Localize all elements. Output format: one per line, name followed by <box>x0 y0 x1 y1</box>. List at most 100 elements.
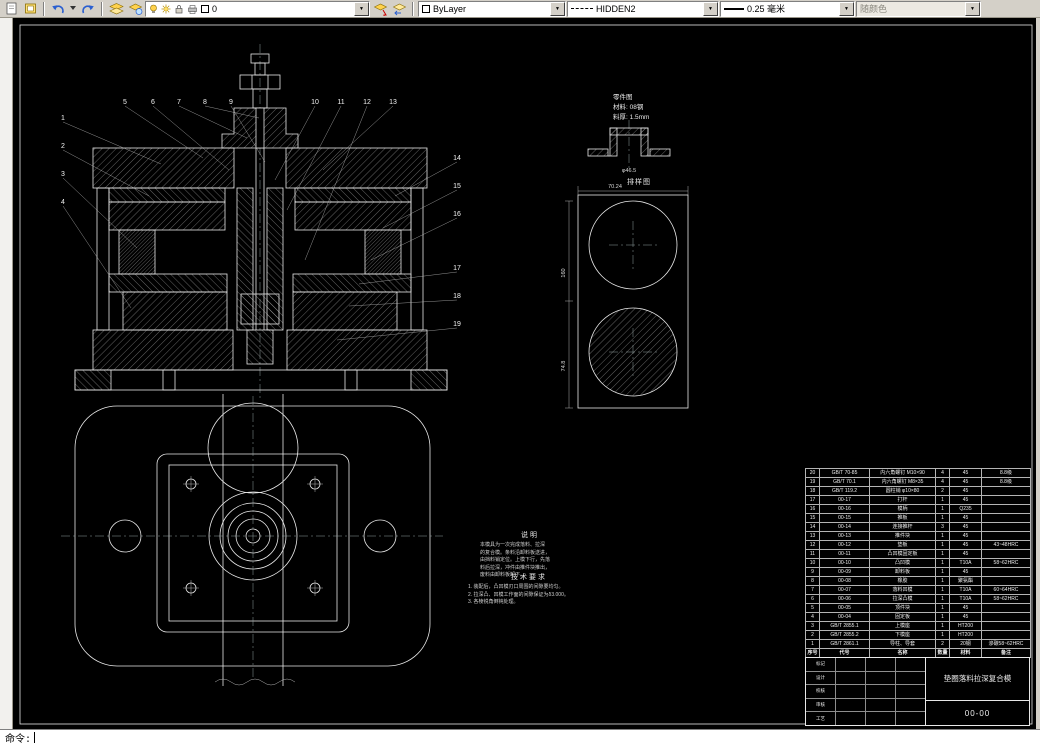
layer-previous-icon[interactable] <box>390 1 408 17</box>
lineweight-sample-icon <box>724 7 744 10</box>
toolbar-separator <box>101 1 103 16</box>
lineweight-value: 0.25 毫米 <box>747 4 786 14</box>
linetype-dropdown-arrow-icon[interactable]: ▼ <box>703 1 718 16</box>
parts-table-row: 1 GB/T 2861.1 导柱、导套 2 20钢 渗碳58~62HRC <box>805 639 1031 649</box>
title-block-right: 垫圈落料拉深复合模 00-00 <box>926 658 1029 725</box>
svg-text:2: 2 <box>61 143 65 150</box>
svg-text:1: 1 <box>61 115 65 122</box>
svg-text:11: 11 <box>337 99 344 106</box>
top-toolbar: 0 ▼ ByLayer ▼ HIDDEN2 ▼ 0.25 毫米 ▼ 随颜色 ▼ <box>0 0 1040 18</box>
make-object-layer-current-icon[interactable] <box>371 1 389 17</box>
palette-icon[interactable] <box>21 1 39 17</box>
toolbar-separator <box>412 1 414 16</box>
svg-text:12: 12 <box>363 99 371 106</box>
title-block-rows: 标记 设计 校核 审核 工艺 <box>806 658 926 725</box>
left-panel-strip <box>0 18 13 729</box>
parts-table-row: 4 00-04 固定板 1 45 <box>805 612 1031 622</box>
linetype-value: HIDDEN2 <box>596 3 636 14</box>
svg-text:8: 8 <box>203 99 207 106</box>
parts-table-row: 7 00-07 落料凹模 1 T10A 60~64HRC <box>805 585 1031 595</box>
color-dropdown-arrow-icon[interactable]: ▼ <box>550 1 565 16</box>
plan-view <box>61 394 443 686</box>
color-chip <box>422 4 430 13</box>
title-block-row: 校核 <box>806 685 925 699</box>
command-caret <box>34 732 36 743</box>
svg-text:160: 160 <box>561 268 567 277</box>
parts-table-row: 12 00-12 垫板 1 45 43~48HRC <box>805 540 1031 550</box>
part-material-label: 材料: 08钢 <box>613 103 644 111</box>
svg-text:19: 19 <box>453 321 461 328</box>
layer-properties-icon[interactable] <box>107 1 125 17</box>
lineweight-dropdown[interactable]: 0.25 毫米 ▼ <box>720 0 855 17</box>
parts-table-row: 11 00-11 凸凹模固定板 1 45 <box>805 549 1031 559</box>
svg-text:13: 13 <box>389 99 397 106</box>
plot-style-dropdown[interactable]: 随颜色 ▼ <box>856 0 981 17</box>
tech-requirements-block: 技术要求 1. 装配后，凸凹模刃口周围的间隙要均匀。 2. 拉深凸、凹模工作面的间… <box>468 572 590 607</box>
tech-requirements-lines: 1. 装配后，凸凹模刃口周围的间隙要均匀。 2. 拉深凸、凹模工作面的间隙保证为δ… <box>468 584 569 605</box>
parts-table-row: 19 GB/T 70.1 内六角螺钉 M8×35 4 45 8.8级 <box>805 477 1031 487</box>
plot-style-value: 随颜色 <box>860 4 888 14</box>
parts-table-body: 20 GB/T 70-85 内六角螺钉 M10×90 4 45 8.8级 19 GB/T 70… <box>805 468 1031 658</box>
title-block-row: 设计 <box>806 671 925 686</box>
drawing-title: 垫圈落料拉深复合模 <box>926 658 1029 701</box>
section-view <box>74 44 448 398</box>
plot-style-dropdown-arrow-icon[interactable]: ▼ <box>965 1 980 16</box>
parts-table-row: 5 00-05 顶件块 1 45 <box>805 603 1031 613</box>
title-block-row: 审核 <box>806 698 925 713</box>
title-block: 标记 设计 校核 审核 工艺 垫圈落料拉深复合模 00-00 <box>805 657 1030 726</box>
svg-text:9: 9 <box>229 99 233 106</box>
part-info-block: 零件图 材料: 08钢 料厚: 1.5mm <box>613 93 697 122</box>
color-value: ByLayer <box>433 3 467 14</box>
redo-icon-glyph <box>82 4 94 13</box>
undo-dropdown-glyph <box>69 6 76 10</box>
parts-table-row: 9 00-09 卸料板 1 45 <box>805 567 1031 577</box>
layer-states-icon[interactable] <box>126 1 144 17</box>
layer-on-icon <box>150 4 157 13</box>
parts-table-row: 15 00-15 推板 1 45 <box>805 513 1031 523</box>
redo-icon[interactable] <box>79 1 97 17</box>
linetype-dropdown[interactable]: HIDDEN2 ▼ <box>567 0 719 17</box>
layout-view-title: 排样图 <box>627 179 651 186</box>
make-layer-current-glyph <box>373 3 387 16</box>
svg-text:15: 15 <box>453 183 461 190</box>
svg-text:10: 10 <box>311 99 319 106</box>
title-block-row: 工艺 <box>806 712 925 725</box>
layer-states-glyph <box>128 3 142 15</box>
svg-text:4: 4 <box>61 199 65 206</box>
svg-text:6: 6 <box>151 99 155 106</box>
layer-freeze-icon <box>161 4 171 13</box>
sheet-icon[interactable] <box>2 1 20 17</box>
color-dropdown[interactable]: ByLayer ▼ <box>418 0 566 17</box>
parts-table-row: 20 GB/T 70-85 内六角螺钉 M10×90 4 45 8.8级 <box>805 468 1031 478</box>
svg-text:18: 18 <box>453 293 461 300</box>
parts-table-row: 10 00-10 凸凹模 1 T10A 58~62HRC <box>805 558 1031 568</box>
parts-table-row: 8 00-08 橡胶 1 聚氨酯 <box>805 576 1031 586</box>
layer-dropdown[interactable]: 0 ▼ <box>145 0 370 17</box>
parts-table-row: 2 GB/T 2855.2 下模座 1 HT200 <box>805 630 1031 640</box>
layer-properties-glyph <box>108 2 124 14</box>
toolbar-separator <box>43 1 45 16</box>
sheet-icon-glyph <box>6 2 16 15</box>
svg-text:14: 14 <box>453 155 461 162</box>
command-prompt: 命令: <box>5 734 32 745</box>
undo-dropdown-icon[interactable] <box>68 1 78 17</box>
drawing-canvas[interactable]: 1 2 3 4 5 6 7 8 9 10 11 12 13 14 15 16 17 18 19 70.24 160 74.… <box>13 18 1036 729</box>
linetype-sample-icon <box>571 8 593 9</box>
parts-table: 20 GB/T 70-85 内六角螺钉 M10×90 4 45 8.8级 19 GB/T 70… <box>805 468 1031 658</box>
svg-text:5: 5 <box>123 99 127 106</box>
svg-text:17: 17 <box>453 265 461 272</box>
parts-table-row: 18 GB/T 119.2 圆柱销 φ10×80 2 45 <box>805 486 1031 496</box>
parts-table-row: 16 00-16 模柄 1 Q235 <box>805 504 1031 514</box>
parts-table-row: 6 00-06 拉深凸模 1 T10A 58~62HRC <box>805 594 1031 604</box>
layer-name: 0 <box>212 3 218 14</box>
svg-text:16: 16 <box>453 211 461 218</box>
undo-icon-glyph <box>52 4 64 13</box>
command-line[interactable]: 命令: <box>0 729 1040 745</box>
parts-table-row: 13 00-13 推件块 1 45 <box>805 531 1031 541</box>
undo-icon[interactable] <box>49 1 67 17</box>
layer-dropdown-arrow-icon[interactable]: ▼ <box>354 1 369 16</box>
lineweight-dropdown-arrow-icon[interactable]: ▼ <box>839 1 854 16</box>
palette-icon-glyph <box>24 3 36 14</box>
layer-previous-glyph <box>392 3 406 15</box>
title-block-row: 标记 <box>806 658 925 672</box>
